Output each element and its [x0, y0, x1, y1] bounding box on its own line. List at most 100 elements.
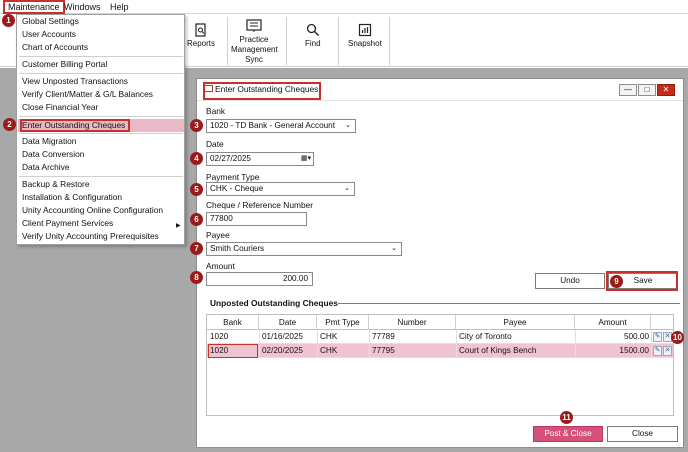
dialog-title-bar: Enter Outstanding Cheques — □ ✕: [197, 79, 683, 101]
amount-label: Amount: [206, 261, 235, 271]
menu-item-user-accounts[interactable]: User Accounts: [22, 29, 76, 40]
practice-label-line2: Management: [231, 45, 278, 54]
menu-separator: [19, 73, 183, 74]
unposted-cheques-table: Bank Date Pmt Type Number Payee Amount 1…: [206, 314, 674, 416]
date-label: Date: [206, 139, 224, 149]
column-header-amount[interactable]: Amount: [575, 315, 651, 330]
practice-label-line1: Practice: [239, 35, 269, 44]
menu-item-chart-of-accounts[interactable]: Chart of Accounts: [22, 42, 88, 53]
menu-item-verify-balances[interactable]: Verify Client/Matter & G/L Balances: [22, 89, 153, 100]
bank-label: Bank: [206, 106, 226, 116]
payment-type-select[interactable]: CHK - Cheque ⌄: [206, 182, 355, 196]
menu-item-verify-prerequisites[interactable]: Verify Unity Accounting Prerequisites: [22, 231, 159, 242]
step-marker-4: 4: [190, 152, 203, 165]
menu-item-enter-outstanding-cheques[interactable]: Enter Outstanding Cheques: [22, 120, 125, 131]
step-marker-1: 1: [2, 14, 15, 27]
edit-icon[interactable]: ✎: [653, 332, 662, 342]
cell-number: 77795: [372, 346, 395, 355]
find-button[interactable]: Find: [305, 23, 321, 49]
undo-button[interactable]: Undo: [535, 273, 605, 289]
menu-item-data-conversion[interactable]: Data Conversion: [22, 149, 84, 160]
chevron-down-icon: ⌄: [345, 122, 351, 129]
window-controls: — □ ✕: [618, 84, 675, 96]
reports-label: Reports: [187, 39, 216, 48]
menu-windows[interactable]: Windows: [64, 1, 101, 13]
menu-separator: [19, 56, 183, 57]
column-header-number[interactable]: Number: [369, 315, 456, 330]
cell-pmt-type: CHK: [320, 332, 338, 341]
find-label: Find: [305, 39, 321, 48]
menu-separator: [19, 116, 183, 117]
cheque-number-label: Cheque / Reference Number: [206, 200, 314, 210]
payee-select[interactable]: Smith Couriers ⌄: [206, 242, 402, 256]
reports-button[interactable]: Reports: [187, 23, 215, 49]
bank-select[interactable]: 1020 - TD Bank - General Account ⌄: [206, 119, 356, 133]
amount-input[interactable]: 200.00: [206, 272, 313, 286]
menu-item-close-financial-year[interactable]: Close Financial Year: [22, 102, 98, 113]
search-icon: [306, 23, 319, 36]
table-header: Bank Date Pmt Type Number Payee Amount: [207, 315, 673, 330]
maximize-icon[interactable]: □: [638, 84, 656, 96]
date-field[interactable]: 02/27/2025 ▦▾: [206, 152, 314, 166]
cell-date: 01/16/2025: [262, 332, 303, 341]
menu-item-backup-restore[interactable]: Backup & Restore: [22, 179, 90, 190]
menu-item-view-unposted-transactions[interactable]: View Unposted Transactions: [22, 76, 128, 87]
amount-value: 200.00: [282, 274, 308, 283]
menu-separator: [19, 133, 183, 134]
delete-icon[interactable]: ✕: [663, 346, 672, 356]
cell-bank: 1020: [210, 346, 229, 355]
payee-label: Payee: [206, 230, 230, 240]
cell-bank: 1020: [210, 332, 229, 341]
menu-separator: [19, 176, 183, 177]
snapshot-icon: [358, 23, 372, 37]
menu-bar: Maintenance Windows Help: [0, 0, 688, 14]
cell-payee: City of Toronto: [459, 332, 512, 341]
bank-select-value: 1020 - TD Bank - General Account: [210, 121, 336, 130]
column-header-payee[interactable]: Payee: [456, 315, 575, 330]
toolbar-separator: [227, 17, 228, 65]
submenu-arrow-icon: ▶: [176, 223, 181, 229]
step-marker-9: 9: [610, 275, 623, 288]
cheque-number-input[interactable]: 77800: [206, 212, 307, 226]
edit-icon[interactable]: ✎: [653, 346, 662, 356]
minimize-icon[interactable]: —: [619, 84, 637, 96]
cell-pmt-type: CHK: [320, 346, 338, 355]
table-row[interactable]: 1020 02/20/2025 CHK 77795 Court of Kings…: [207, 344, 673, 358]
menu-item-customer-billing-portal[interactable]: Customer Billing Portal: [22, 59, 107, 70]
column-header-bank[interactable]: Bank: [207, 315, 259, 330]
close-button[interactable]: Close: [607, 426, 678, 442]
chevron-down-icon: ⌄: [344, 185, 350, 192]
post-close-button[interactable]: Post & Close: [533, 426, 603, 442]
practice-management-sync-button[interactable]: Practice Management Sync: [231, 19, 278, 65]
menu-item-data-migration[interactable]: Data Migration: [22, 136, 76, 147]
practice-label-line3: Sync: [245, 55, 263, 64]
menu-item-client-payment-services[interactable]: Client Payment Services: [22, 218, 113, 229]
dialog-title: Enter Outstanding Cheques: [215, 84, 319, 94]
step-marker-11: 11: [560, 411, 573, 424]
section-title: Unposted Outstanding Cheques: [210, 298, 338, 308]
menu-item-installation-configuration[interactable]: Installation & Configuration: [22, 192, 122, 203]
cheque-number-value: 77800: [210, 214, 233, 223]
column-header-date[interactable]: Date: [259, 315, 317, 330]
menu-item-data-archive[interactable]: Data Archive: [22, 162, 69, 173]
menu-item-global-settings[interactable]: Global Settings: [22, 16, 79, 27]
table-row[interactable]: 1020 01/16/2025 CHK 77789 City of Toront…: [207, 330, 673, 344]
toolbar-separator: [286, 17, 287, 65]
date-field-value: 02/27/2025: [210, 154, 251, 163]
column-divider: [259, 330, 260, 358]
step-marker-6: 6: [190, 213, 203, 226]
menu-item-unity-online-configuration[interactable]: Unity Accounting Online Configuration: [22, 205, 163, 216]
calendar-icon[interactable]: ▦▾: [301, 153, 311, 165]
cell-amount: 500.00: [623, 332, 649, 341]
close-icon[interactable]: ✕: [657, 84, 675, 96]
maintenance-menu: Global Settings User Accounts Chart of A…: [16, 14, 185, 245]
step-marker-2: 2: [3, 118, 16, 131]
chevron-down-icon: ⌄: [391, 245, 397, 252]
snapshot-label: Snapshot: [348, 39, 382, 48]
column-header-pmt-type[interactable]: Pmt Type: [317, 315, 369, 330]
menu-maintenance[interactable]: Maintenance: [3, 0, 65, 14]
payment-type-value: CHK - Cheque: [210, 184, 264, 193]
menu-help[interactable]: Help: [110, 1, 129, 13]
snapshot-button[interactable]: Snapshot: [348, 23, 382, 49]
column-divider: [575, 330, 576, 358]
